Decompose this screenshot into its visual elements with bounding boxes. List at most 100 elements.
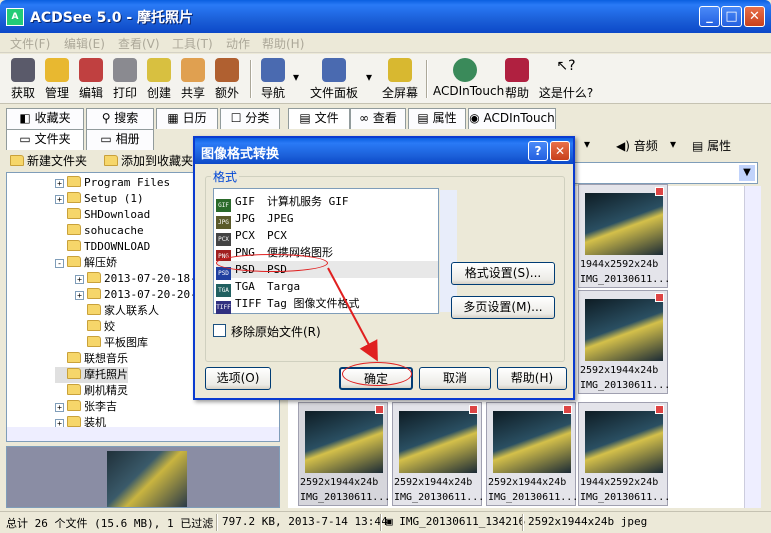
tab-properties[interactable]: ▤ 属性 xyxy=(408,108,466,129)
tree-item[interactable]: 联想音乐 xyxy=(55,351,128,367)
flag-icon xyxy=(655,293,664,302)
properties-button[interactable]: ▤ 属性 xyxy=(692,137,731,154)
tab-categories[interactable]: ☐ 分类 xyxy=(220,108,280,129)
status-bar: 总计 26 个文件 (15.6 MB), 1 已过滤 797.2 KB, 201… xyxy=(0,511,771,533)
format-item[interactable]: PCX PCX PCX xyxy=(216,227,438,246)
tree-item[interactable]: +2013-07-20-20- xyxy=(75,287,197,303)
fullscreen-button[interactable]: 全屏幕 xyxy=(380,58,420,101)
tree-item[interactable]: + Setup (1) xyxy=(55,191,144,207)
dialog-close-button[interactable]: ✕ xyxy=(550,141,570,161)
thumbnail-name: IMG_20130611... xyxy=(580,274,671,285)
file-pane-dropdown-arrow[interactable]: ▾ xyxy=(364,70,374,84)
navigate-dropdown-arrow[interactable]: ▾ xyxy=(291,70,301,84)
flag-icon xyxy=(469,405,478,414)
status-file-info: 797.2 KB, 2013-7-14 13:44 xyxy=(222,515,388,528)
tab-albums[interactable]: ▭ 相册 xyxy=(86,129,154,150)
whats-this-button[interactable]: ↖? 这是什么? xyxy=(538,58,594,101)
options-button[interactable]: 选项(O) xyxy=(205,367,271,390)
share-button[interactable]: 共享 xyxy=(178,58,208,101)
expand-toggle[interactable]: + xyxy=(55,179,64,188)
dialog-help-button[interactable]: ? xyxy=(528,141,548,161)
tree-item[interactable]: sohucache xyxy=(55,223,144,239)
thumbnail[interactable]: 1944x2592x24b IMG_20130611... xyxy=(578,402,670,506)
horizontal-scrollbar[interactable] xyxy=(7,427,279,441)
file-pane-icon xyxy=(322,58,346,82)
maximize-button[interactable]: □ xyxy=(721,6,742,27)
format-list[interactable]: GIF GIF 计算机服务 GIF JPG JPG JPEG PCX PCX PCX PNG PNG… xyxy=(213,188,457,314)
expand-toggle[interactable]: + xyxy=(75,275,84,284)
thumbnail[interactable]: 2592x1944x24b IMG_20130611... xyxy=(392,402,484,506)
menu-file[interactable]: 文件(F) xyxy=(10,35,50,52)
tab-favorites[interactable]: ◧ 收藏夹 xyxy=(6,108,84,129)
expand-toggle[interactable]: + xyxy=(55,403,64,412)
folder-icon xyxy=(45,58,69,82)
tree-item[interactable]: + Program Files xyxy=(55,175,170,191)
thumbnail[interactable]: 1944x2592x24b IMG_20130611... xyxy=(578,184,671,288)
chevron-down-icon[interactable]: ▼ xyxy=(739,165,755,181)
dropdown-arrow[interactable]: ▾ xyxy=(584,137,590,151)
extras-button[interactable]: 额外 xyxy=(212,58,242,101)
tree-item[interactable]: TDDOWNLOAD xyxy=(55,239,150,255)
tree-item[interactable]: 平板图库 xyxy=(75,335,148,351)
print-button[interactable]: 打印 xyxy=(110,58,140,101)
expand-toggle[interactable]: + xyxy=(75,291,84,300)
vertical-scrollbar[interactable] xyxy=(744,186,761,508)
menu-edit[interactable]: 编辑(E) xyxy=(64,35,105,52)
remove-original-checkbox[interactable] xyxy=(213,324,226,337)
tree-item[interactable]: + 张李吉 xyxy=(55,399,117,415)
tab-view[interactable]: ∞ 查看 xyxy=(350,108,406,129)
menu-tools[interactable]: 工具(T) xyxy=(172,35,213,52)
menu-view[interactable]: 查看(V) xyxy=(118,35,160,52)
tab-folders[interactable]: ▭ 文件夹 xyxy=(6,129,84,150)
edit-button[interactable]: 编辑 xyxy=(76,58,106,101)
expand-toggle[interactable]: + xyxy=(55,195,64,204)
tree-item[interactable]: 刷机精灵 xyxy=(55,383,128,399)
format-description: PCX xyxy=(267,229,287,242)
thumbnail[interactable]: 2592x1944x24b IMG_20130611... xyxy=(486,402,578,506)
format-ext: TGA xyxy=(235,280,255,293)
folder-icon xyxy=(67,256,81,267)
manage-button[interactable]: 管理 xyxy=(42,58,72,101)
format-item[interactable]: TIFF TIFF Tag 图像文件格式 xyxy=(216,295,438,314)
audio-dropdown-arrow[interactable]: ▾ xyxy=(670,137,676,151)
tab-file[interactable]: ▤ 文件 xyxy=(288,108,350,129)
folder-icon xyxy=(87,304,101,315)
help-dialog-button[interactable]: 帮助(H) xyxy=(497,367,567,390)
file-pane-button[interactable]: 文件面板 xyxy=(306,58,362,101)
create-button[interactable]: 创建 xyxy=(144,58,174,101)
thumbnail-image xyxy=(493,411,571,473)
list-scrollbar[interactable] xyxy=(440,190,457,312)
tree-item[interactable]: 姣 xyxy=(75,319,115,335)
tree-item[interactable]: 家人联系人 xyxy=(75,303,159,319)
add-to-favorites-button[interactable]: 添加到收藏夹 xyxy=(104,152,193,169)
multipage-settings-button[interactable]: 多页设置(M)... xyxy=(451,296,555,319)
tree-item[interactable]: +2013-07-20-18- xyxy=(75,271,197,287)
format-item[interactable]: TGA TGA Targa xyxy=(216,278,438,297)
format-item[interactable]: GIF GIF 计算机服务 GIF xyxy=(216,193,438,212)
thumbnail[interactable]: 2592x1944x24b IMG_20130611... xyxy=(298,402,390,506)
tree-item[interactable]: SHDownload xyxy=(55,207,150,223)
new-folder-button[interactable]: 新建文件夹 xyxy=(10,152,87,169)
tab-calendar[interactable]: ▦ 日历 xyxy=(156,108,218,129)
cancel-button[interactable]: 取消 xyxy=(419,367,491,390)
navigate-button[interactable]: 导航 xyxy=(258,58,288,101)
expand-toggle[interactable]: - xyxy=(55,259,64,268)
tree-item[interactable]: - 解压娇 xyxy=(55,255,117,271)
minimize-button[interactable]: _ xyxy=(699,6,720,27)
menu-help[interactable]: 帮助(H) xyxy=(262,35,304,52)
format-item[interactable]: JPG JPG JPEG xyxy=(216,210,438,229)
tab-search[interactable]: ⚲ 搜索 xyxy=(86,108,154,129)
tree-item-label: Setup (1) xyxy=(84,192,144,205)
thumbnail-dimensions: 2592x1944x24b xyxy=(488,477,567,488)
help-button[interactable]: 帮助 xyxy=(502,58,532,101)
acquire-button[interactable]: 获取 xyxy=(8,58,38,101)
tab-acdintouch[interactable]: ◉ ACDInTouch xyxy=(468,108,556,129)
close-button[interactable]: ✕ xyxy=(744,6,765,27)
menu-actions[interactable]: 动作 xyxy=(226,35,250,52)
thumbnail[interactable]: 2592x1944x24b IMG_20130611... xyxy=(578,290,670,394)
audio-button[interactable]: ◀) 音频 xyxy=(616,137,658,154)
format-settings-button[interactable]: 格式设置(S)... xyxy=(451,262,555,285)
tree-item[interactable]: 摩托照片 xyxy=(55,367,128,383)
toolbar: 获取 管理 编辑 打印 创建 共享 额外 导航 ▾ 文件面板 ▾ 全屏幕 ACD… xyxy=(0,54,771,104)
acdintouch-button[interactable]: ACDInTouch xyxy=(433,58,504,98)
